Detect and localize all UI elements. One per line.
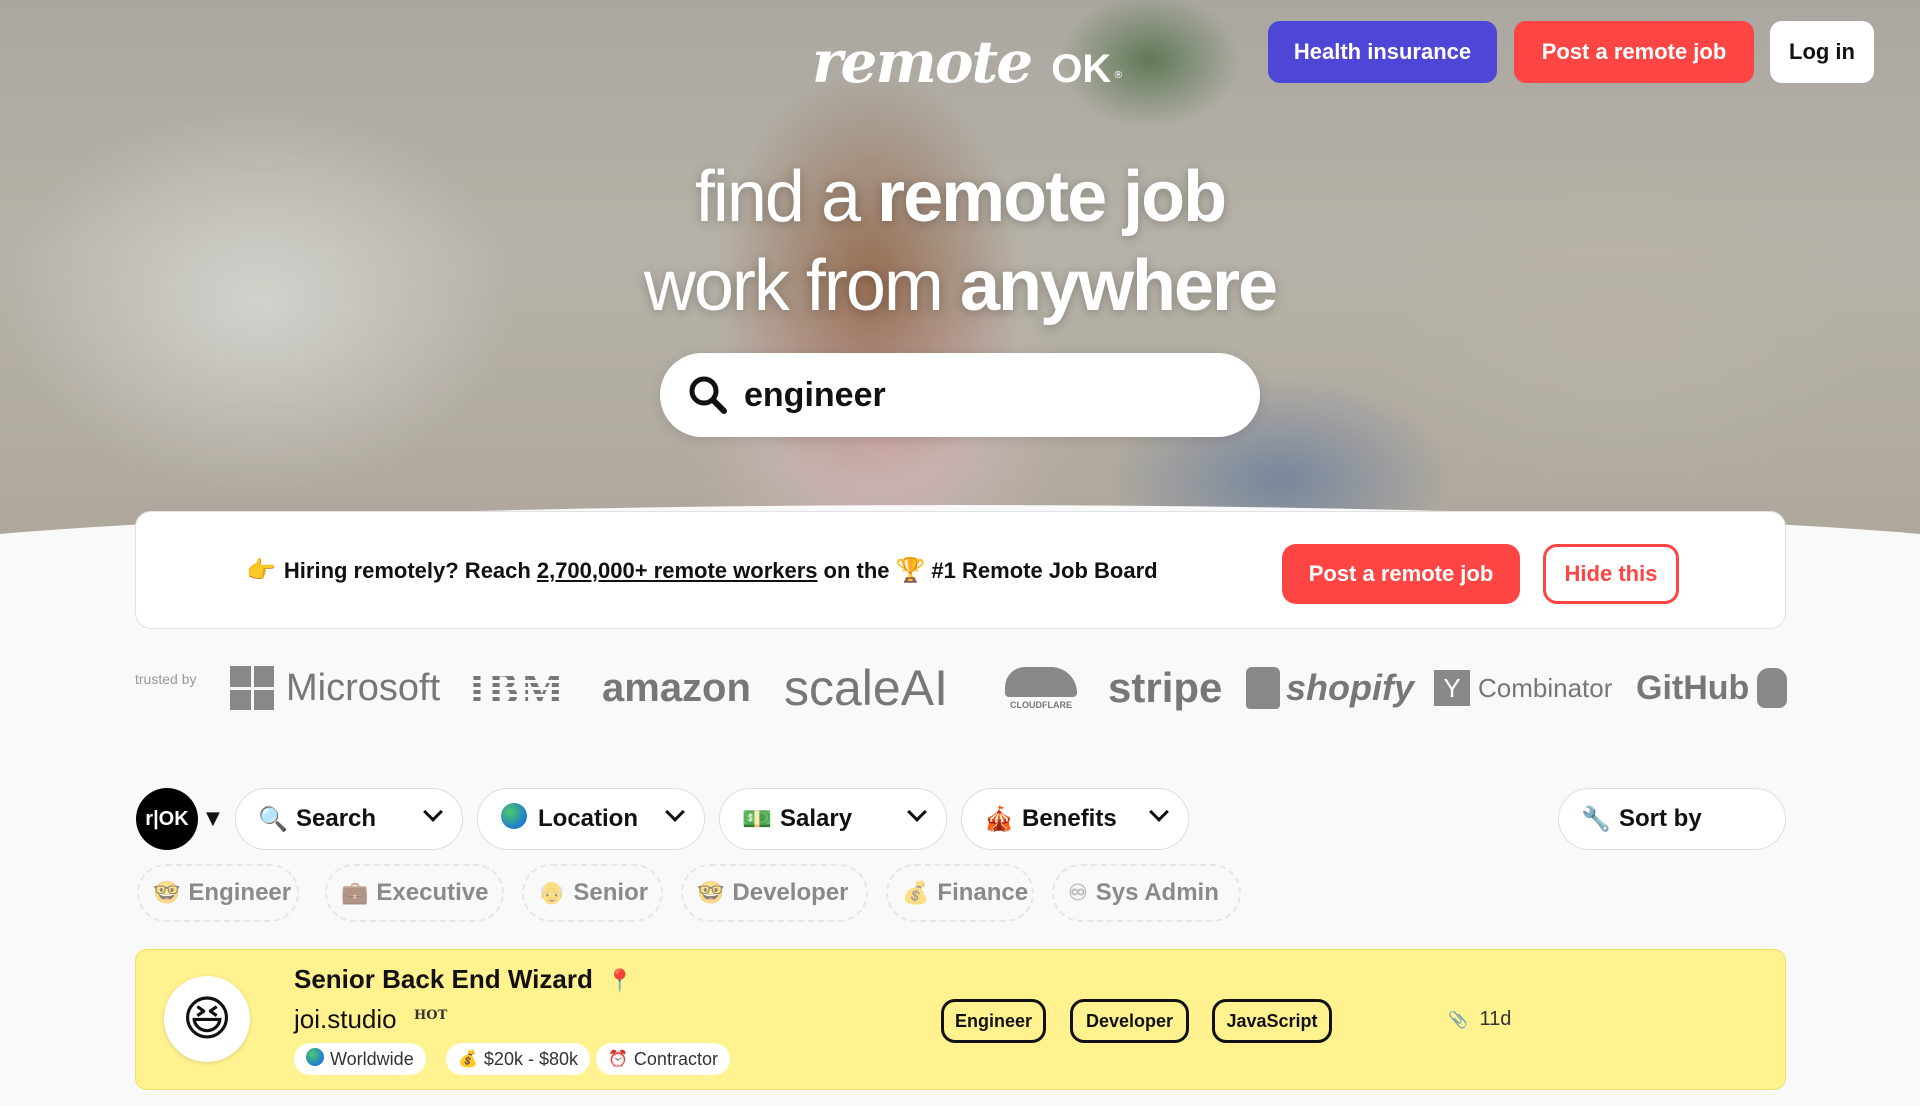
post-remote-job-button[interactable]: Post a remote job: [1514, 21, 1754, 83]
hiring-banner: 👉 Hiring remotely? Reach 2,700,000+ remo…: [135, 511, 1786, 629]
tag-developer[interactable]: 🤓 Developer: [681, 864, 868, 922]
salary-filter-button[interactable]: 💵 Salary: [719, 788, 947, 850]
hero-search-box[interactable]: [660, 353, 1260, 437]
remote-workers-link[interactable]: 2,700,000+ remote workers: [537, 558, 818, 584]
tag-sys-admin[interactable]: ♾ Sys Admin: [1052, 864, 1241, 922]
health-insurance-button[interactable]: Health insurance: [1268, 21, 1497, 83]
hero-headline-line2: work from anywhere: [643, 246, 1278, 326]
alarm-clock-icon: ⏰: [608, 1051, 628, 1068]
laughing-face-icon: 😆: [181, 991, 233, 1047]
job-salary: 💰 $20k - $80k: [446, 1043, 590, 1075]
tag-finance[interactable]: 💰 Finance: [886, 864, 1034, 922]
tag-engineer[interactable]: 🤓 Engineer: [137, 864, 299, 922]
company-avatar: 😆: [164, 976, 250, 1062]
job-row[interactable]: 😆 Senior Back End Wizard 📍 joi.studio HO…: [135, 949, 1786, 1090]
paperclip-icon: 📎: [1448, 1012, 1468, 1029]
magnifier-icon: 🔍: [258, 805, 288, 833]
banner-post-job-button[interactable]: Post a remote job: [1282, 544, 1520, 604]
ycombinator-logo: Y Combinator: [1434, 660, 1612, 716]
location-filter-button[interactable]: Location: [477, 788, 705, 850]
job-age: 📎 11d: [1448, 1008, 1512, 1030]
trusted-logos: Microsoft IBM amazon scaleAI CLOUDFLARE …: [230, 660, 1788, 716]
infinity-icon: ♾: [1068, 880, 1088, 905]
trusted-by-label: trusted by: [135, 671, 197, 687]
hot-badge: HOT: [414, 1008, 448, 1023]
pointing-hand-icon: 👉: [246, 557, 276, 584]
octocat-icon: [1757, 668, 1788, 708]
stripe-logo: stripe: [1108, 664, 1223, 711]
money-bag-icon: 💰: [902, 880, 930, 905]
chevron-down-icon: [907, 802, 927, 822]
scaleai-logo: scaleAI: [784, 660, 948, 716]
microsoft-logo: Microsoft: [230, 660, 440, 716]
hiring-banner-text: 👉 Hiring remotely? Reach 2,700,000+ remo…: [246, 557, 1158, 584]
company-name[interactable]: joi.studio: [294, 1004, 397, 1035]
job-tag-javascript[interactable]: JavaScript: [1212, 999, 1332, 1043]
job-type: ⏰ Contractor: [596, 1043, 730, 1075]
hide-banner-button[interactable]: Hide this: [1543, 544, 1679, 604]
site-logo[interactable]: remote OK ®: [812, 22, 1123, 102]
developer-icon: 🤓: [697, 880, 725, 905]
trophy-icon: 🏆: [895, 557, 926, 584]
chevron-down-icon: [1149, 802, 1169, 822]
chevron-down-icon: [665, 802, 685, 822]
ibm-logo: IBM: [468, 662, 566, 714]
globe-icon: [500, 802, 528, 836]
shopify-logo: shopify: [1246, 660, 1414, 716]
remoteok-menu-badge[interactable]: r|OK: [136, 788, 198, 850]
older-person-icon: 👴: [538, 880, 566, 905]
hero-headline-line1: find a remote job: [694, 157, 1227, 237]
search-icon: [686, 373, 730, 417]
cloudflare-logo: CLOUDFLARE: [1005, 660, 1077, 716]
briefcase-icon: 💼: [341, 880, 369, 905]
job-tag-developer[interactable]: Developer: [1070, 999, 1189, 1043]
tag-senior[interactable]: 👴 Senior: [522, 864, 663, 922]
tag-executive[interactable]: 💼 Executive: [325, 864, 504, 922]
job-location: Worldwide: [294, 1043, 426, 1075]
sort-by-button[interactable]: 🔧 Sort by: [1558, 788, 1786, 850]
globe-icon: [306, 1047, 324, 1071]
amazon-logo: amazon: [602, 665, 751, 710]
wrench-icon: 🔧: [1581, 805, 1611, 833]
y-icon: Y: [1434, 670, 1470, 706]
github-logo: GitHub: [1636, 660, 1788, 716]
circus-tent-icon: 🎪: [984, 805, 1014, 833]
login-button[interactable]: Log in: [1770, 21, 1874, 83]
money-icon: 💵: [742, 805, 772, 833]
benefits-filter-button[interactable]: 🎪 Benefits: [961, 788, 1189, 850]
search-input[interactable]: [744, 375, 1224, 415]
shopify-bag-icon: [1246, 667, 1280, 709]
chevron-down-icon: [423, 802, 443, 822]
chevron-down-icon[interactable]: ▼: [206, 808, 220, 829]
money-bag-icon: 💰: [458, 1051, 478, 1068]
pushpin-icon: 📍: [606, 968, 634, 993]
job-tag-engineer[interactable]: Engineer: [941, 999, 1046, 1043]
search-filter-button[interactable]: 🔍 Search: [235, 788, 463, 850]
engineer-icon: 🤓: [153, 880, 181, 905]
job-title[interactable]: Senior Back End Wizard 📍: [294, 964, 633, 995]
